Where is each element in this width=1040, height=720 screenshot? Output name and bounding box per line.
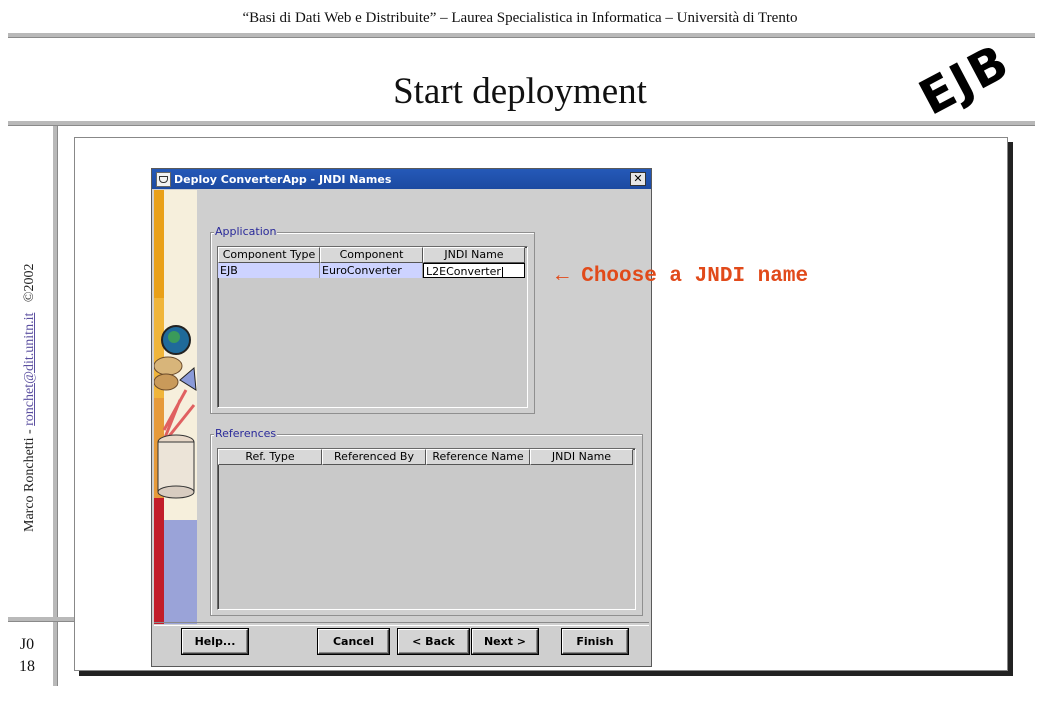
java-cup-icon xyxy=(156,171,171,187)
application-group-label: Application xyxy=(214,225,278,238)
dialog-titlebar[interactable]: Deploy ConverterApp - JNDI Names ✕ xyxy=(152,169,651,189)
deploy-dialog: Deploy ConverterApp - JNDI Names ✕ Appli… xyxy=(151,168,652,667)
component-type-cell[interactable]: EJB xyxy=(218,263,320,278)
left-rule xyxy=(53,126,58,686)
text-caret xyxy=(501,266,503,277)
column-header[interactable]: Ref. Type xyxy=(218,449,322,465)
section-code: J0 xyxy=(19,636,35,653)
application-table-header: Component Type Component JNDI Name xyxy=(218,247,527,263)
wizard-art-graphic xyxy=(154,190,197,624)
author-email-link[interactable]: ronchet@dit.unitn.it xyxy=(22,313,37,426)
title-rule xyxy=(8,121,1035,126)
column-header[interactable]: Reference Name xyxy=(426,449,530,465)
application-table[interactable]: Component Type Component JNDI Name EJB E… xyxy=(217,246,528,408)
left-arrow-icon: ← xyxy=(556,265,569,288)
button-separator xyxy=(154,622,649,626)
author-name: Marco Ronchetti - xyxy=(22,425,37,532)
slide-number: 18 xyxy=(19,658,35,675)
next-button[interactable]: Next > xyxy=(472,629,538,654)
close-icon[interactable]: ✕ xyxy=(630,172,646,186)
dialog-title: Deploy ConverterApp - JNDI Names xyxy=(174,172,392,186)
column-header[interactable]: Component Type xyxy=(218,247,320,263)
references-table-header: Ref. Type Referenced By Reference Name J… xyxy=(218,449,635,465)
jndi-name-input[interactable]: L2EConverter xyxy=(423,263,525,278)
slide-title: Start deployment xyxy=(393,71,647,112)
page-number: J0 18 xyxy=(12,634,42,678)
cancel-button[interactable]: Cancel xyxy=(318,629,389,654)
jndi-name-value: L2EConverter xyxy=(426,265,501,278)
footer-rule xyxy=(8,617,74,622)
references-group-label: References xyxy=(214,427,278,440)
author-sidebar: Marco Ronchetti - ronchet@dit.unitn.it ©… xyxy=(22,264,38,533)
column-header[interactable]: Referenced By xyxy=(322,449,426,465)
top-rule xyxy=(8,33,1035,38)
column-header[interactable]: Component xyxy=(320,247,423,263)
annotation-text: Choose a JNDI name xyxy=(581,265,809,288)
copyright-text: ©2002 xyxy=(22,263,37,303)
help-button[interactable]: Help... xyxy=(182,629,248,654)
component-cell[interactable]: EuroConverter xyxy=(320,263,423,278)
back-button[interactable]: < Back xyxy=(398,629,469,654)
finish-button[interactable]: Finish xyxy=(562,629,628,654)
table-row[interactable]: EJB EuroConverter L2EConverter xyxy=(218,263,527,278)
column-header[interactable]: JNDI Name xyxy=(530,449,633,465)
column-header[interactable]: JNDI Name xyxy=(423,247,525,263)
references-table[interactable]: Ref. Type Referenced By Reference Name J… xyxy=(217,448,636,610)
annotation-callout: ← Choose a JNDI name xyxy=(556,265,808,288)
course-header: “Basi di Dati Web e Distribuite” – Laure… xyxy=(242,10,798,26)
wizard-side-art xyxy=(154,190,197,624)
